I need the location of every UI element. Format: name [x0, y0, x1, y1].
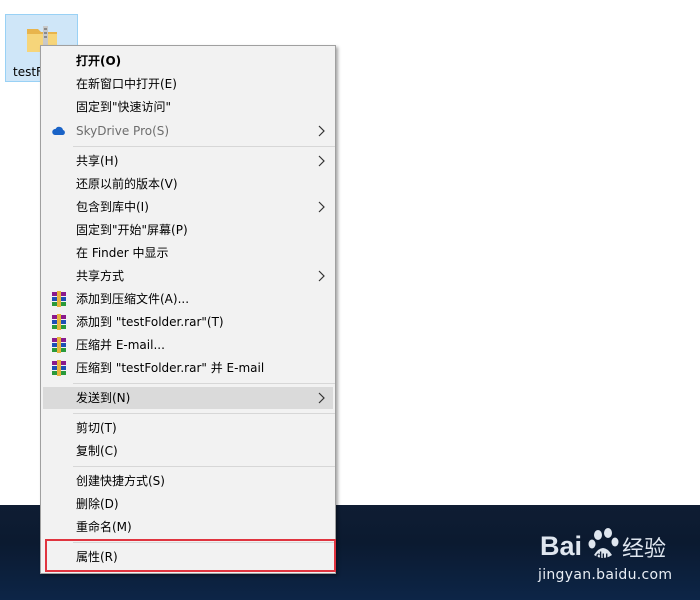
- menu-item-compress-email[interactable]: 压缩并 E-mail...: [43, 334, 333, 356]
- properties-highlight-outline: [45, 539, 336, 572]
- menu-separator: [73, 146, 335, 147]
- baidu-jingyan-logo: Bai du 经验: [540, 528, 666, 562]
- menu-item-copy[interactable]: 复制(C): [43, 440, 333, 462]
- winrar-icon: [52, 337, 66, 353]
- winrar-icon: [52, 314, 66, 330]
- menu-item-show-in-finder[interactable]: 在 Finder 中显示: [43, 242, 333, 264]
- menu-separator: [73, 383, 335, 384]
- menu-item-cut[interactable]: 剪切(T): [43, 417, 333, 439]
- chevron-right-icon: [318, 392, 325, 404]
- context-menu: 打开(O) 在新窗口中打开(E) 固定到"快速访问" SkyDrive Pro(…: [40, 45, 336, 574]
- chevron-right-icon: [318, 201, 325, 213]
- menu-item-create-shortcut[interactable]: 创建快捷方式(S): [43, 470, 333, 492]
- menu-item-rename[interactable]: 重命名(M): [43, 516, 333, 538]
- svg-text:du: du: [596, 551, 608, 562]
- chevron-right-icon: [318, 125, 325, 137]
- watermark-url: jingyan.baidu.com: [538, 567, 673, 583]
- menu-item-include-in-library[interactable]: 包含到库中(I): [43, 196, 333, 218]
- chevron-right-icon: [318, 155, 325, 167]
- menu-item-restore-versions[interactable]: 还原以前的版本(V): [43, 173, 333, 195]
- menu-item-add-to-rar[interactable]: 添加到 "testFolder.rar"(T): [43, 311, 333, 333]
- menu-item-pin-quick-access[interactable]: 固定到"快速访问": [43, 96, 333, 118]
- menu-item-add-to-archive[interactable]: 添加到压缩文件(A)...: [43, 288, 333, 310]
- menu-item-share[interactable]: 共享(H): [43, 150, 333, 172]
- menu-item-pin-start[interactable]: 固定到"开始"屏幕(P): [43, 219, 333, 241]
- cloud-icon: [52, 126, 65, 135]
- menu-separator: [73, 413, 335, 414]
- svg-text:Bai: Bai: [540, 531, 582, 561]
- menu-item-open[interactable]: 打开(O): [43, 50, 333, 72]
- menu-item-send-to[interactable]: 发送到(N): [43, 387, 333, 409]
- menu-item-open-new-window[interactable]: 在新窗口中打开(E): [43, 73, 333, 95]
- menu-item-share-with[interactable]: 共享方式: [43, 265, 333, 287]
- menu-item-delete[interactable]: 删除(D): [43, 493, 333, 515]
- winrar-icon: [52, 291, 66, 307]
- menu-item-skydrive-pro[interactable]: SkyDrive Pro(S): [43, 120, 333, 142]
- winrar-icon: [52, 360, 66, 376]
- menu-separator: [73, 466, 335, 467]
- chevron-right-icon: [318, 270, 325, 282]
- svg-text:经验: 经验: [622, 537, 666, 562]
- menu-item-compress-rar-email[interactable]: 压缩到 "testFolder.rar" 并 E-mail: [43, 357, 333, 379]
